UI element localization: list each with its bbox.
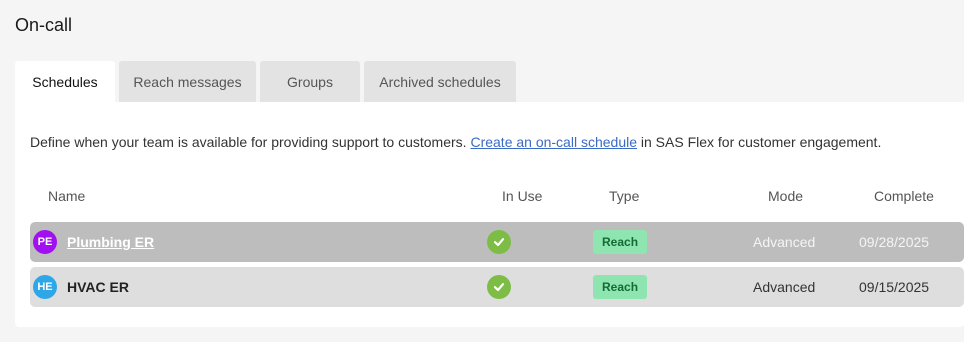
- avatar: PE: [33, 230, 57, 254]
- name-cell: PE Plumbing ER: [33, 222, 154, 262]
- description-before: Define when your team is available for p…: [30, 134, 471, 150]
- type-badge: Reach: [593, 275, 648, 299]
- check-circle-icon: [487, 275, 511, 299]
- column-header-name[interactable]: Name: [48, 188, 85, 204]
- description-after: in SAS Flex for customer engagement.: [637, 134, 882, 150]
- create-schedule-link[interactable]: Create an on-call schedule: [470, 134, 637, 150]
- table-row[interactable]: PE Plumbing ER Reach Advanced 09/28/2025: [30, 222, 964, 262]
- avatar: HE: [33, 275, 57, 299]
- schedule-name-link[interactable]: Plumbing ER: [67, 234, 154, 250]
- schedules-panel: Define when your team is available for p…: [15, 102, 964, 327]
- column-header-mode[interactable]: Mode: [768, 188, 803, 204]
- description-text: Define when your team is available for p…: [30, 134, 881, 150]
- mode-cell: Advanced: [753, 234, 816, 250]
- page-title: On-call: [15, 15, 73, 35]
- type-cell: Reach: [593, 267, 648, 307]
- name-cell: HE HVAC ER: [33, 267, 129, 307]
- complete-date-cell: 09/15/2025: [859, 279, 930, 295]
- tab-archived-schedules[interactable]: Archived schedules: [364, 61, 516, 102]
- in-use-cell: [487, 267, 511, 307]
- schedule-name[interactable]: HVAC ER: [67, 279, 129, 295]
- column-header-complete[interactable]: Complete: [874, 188, 934, 204]
- mode-cell: Advanced: [753, 279, 816, 295]
- tab-reach-messages[interactable]: Reach messages: [119, 61, 256, 102]
- column-header-in-use[interactable]: In Use: [502, 188, 542, 204]
- check-circle-icon: [487, 230, 511, 254]
- type-badge: Reach: [593, 230, 648, 254]
- tab-bar: Schedules Reach messages Groups Archived…: [15, 61, 520, 102]
- complete-date-cell: 09/28/2025: [859, 234, 930, 250]
- tab-schedules[interactable]: Schedules: [15, 61, 115, 102]
- type-cell: Reach: [593, 222, 648, 262]
- table-row[interactable]: HE HVAC ER Reach Advanced 09/15/2025: [30, 267, 964, 307]
- column-header-type[interactable]: Type: [609, 188, 639, 204]
- tab-groups[interactable]: Groups: [260, 61, 360, 102]
- in-use-cell: [487, 222, 511, 262]
